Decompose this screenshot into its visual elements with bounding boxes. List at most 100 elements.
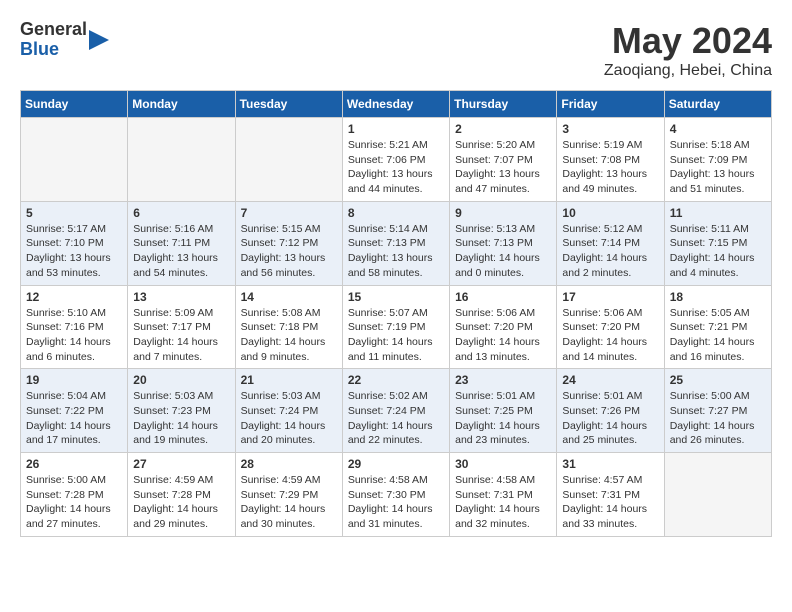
day-number: 20 [133, 373, 229, 387]
calendar-day-cell [235, 118, 342, 202]
day-info: Sunrise: 4:57 AM Sunset: 7:31 PM Dayligh… [562, 473, 658, 532]
calendar-day-cell: 12Sunrise: 5:10 AM Sunset: 7:16 PM Dayli… [21, 285, 128, 369]
day-info: Sunrise: 4:58 AM Sunset: 7:31 PM Dayligh… [455, 473, 551, 532]
calendar-day-cell: 25Sunrise: 5:00 AM Sunset: 7:27 PM Dayli… [664, 369, 771, 453]
header-tuesday: Tuesday [235, 91, 342, 118]
calendar-day-cell: 4 Sunrise: 5:18 AM Sunset: 7:09 PM Daylig… [664, 118, 771, 202]
logo-general: General [20, 20, 87, 40]
day-info: Sunrise: 5:13 AM Sunset: 7:13 PM Dayligh… [455, 222, 551, 281]
day-number: 27 [133, 457, 229, 471]
day-number: 23 [455, 373, 551, 387]
day-info: Sunrise: 5:14 AM Sunset: 7:13 PM Dayligh… [348, 222, 444, 281]
day-number: 6 [133, 206, 229, 220]
day-number: 29 [348, 457, 444, 471]
calendar-day-cell: 17Sunrise: 5:06 AM Sunset: 7:20 PM Dayli… [557, 285, 664, 369]
logo: General Blue [20, 20, 109, 60]
calendar-day-cell: 15 Sunrise: 5:07 AM Sunset: 7:19 PM Dayli… [342, 285, 449, 369]
logo-blue: Blue [20, 40, 87, 60]
header-friday: Friday [557, 91, 664, 118]
month-year-title: May 2024 [604, 20, 772, 62]
calendar-day-cell: 8 Sunrise: 5:14 AM Sunset: 7:13 PM Daylig… [342, 201, 449, 285]
day-info: Sunrise: 5:01 AM Sunset: 7:26 PM Dayligh… [562, 389, 658, 448]
day-info: Sunrise: 4:59 AM Sunset: 7:29 PM Dayligh… [241, 473, 337, 532]
day-info: Sunrise: 5:07 AM Sunset: 7:19 PM Dayligh… [348, 306, 444, 365]
day-number: 30 [455, 457, 551, 471]
calendar-day-cell: 19 Sunrise: 5:04 AM Sunset: 7:22 PM Dayli… [21, 369, 128, 453]
calendar-day-cell: 21 Sunrise: 5:03 AM Sunset: 7:24 PM Dayli… [235, 369, 342, 453]
calendar-day-cell: 20 Sunrise: 5:03 AM Sunset: 7:23 PM Dayli… [128, 369, 235, 453]
calendar-day-cell: 26 Sunrise: 5:00 AM Sunset: 7:28 PM Dayli… [21, 453, 128, 537]
calendar-week-row: 26 Sunrise: 5:00 AM Sunset: 7:28 PM Dayli… [21, 453, 772, 537]
header-wednesday: Wednesday [342, 91, 449, 118]
location-subtitle: Zaoqiang, Hebei, China [604, 62, 772, 80]
day-info: Sunrise: 5:00 AM Sunset: 7:27 PM Dayligh… [670, 389, 766, 448]
day-number: 31 [562, 457, 658, 471]
calendar-day-cell: 5Sunrise: 5:17 AM Sunset: 7:10 PM Daylig… [21, 201, 128, 285]
calendar-day-cell: 7 Sunrise: 5:15 AM Sunset: 7:12 PM Daylig… [235, 201, 342, 285]
day-info: Sunrise: 5:12 AM Sunset: 7:14 PM Dayligh… [562, 222, 658, 281]
day-number: 17 [562, 290, 658, 304]
day-number: 22 [348, 373, 444, 387]
day-info: Sunrise: 4:58 AM Sunset: 7:30 PM Dayligh… [348, 473, 444, 532]
calendar-day-cell: 29 Sunrise: 4:58 AM Sunset: 7:30 PM Dayli… [342, 453, 449, 537]
header: General Blue May 2024 Zaoqiang, Hebei, C… [20, 20, 772, 80]
day-info: Sunrise: 5:20 AM Sunset: 7:07 PM Dayligh… [455, 138, 551, 197]
day-info: Sunrise: 5:06 AM Sunset: 7:20 PM Dayligh… [455, 306, 551, 365]
day-number: 24 [562, 373, 658, 387]
day-info: Sunrise: 5:03 AM Sunset: 7:23 PM Dayligh… [133, 389, 229, 448]
day-number: 13 [133, 290, 229, 304]
header-monday: Monday [128, 91, 235, 118]
day-number: 15 [348, 290, 444, 304]
day-number: 9 [455, 206, 551, 220]
day-number: 11 [670, 206, 766, 220]
day-info: Sunrise: 5:02 AM Sunset: 7:24 PM Dayligh… [348, 389, 444, 448]
calendar-day-cell: 10Sunrise: 5:12 AM Sunset: 7:14 PM Dayli… [557, 201, 664, 285]
day-number: 7 [241, 206, 337, 220]
day-number: 19 [26, 373, 122, 387]
day-info: Sunrise: 5:01 AM Sunset: 7:25 PM Dayligh… [455, 389, 551, 448]
day-number: 26 [26, 457, 122, 471]
calendar-day-cell: 24 Sunrise: 5:01 AM Sunset: 7:26 PM Dayli… [557, 369, 664, 453]
day-number: 4 [670, 122, 766, 136]
calendar-day-cell: 6 Sunrise: 5:16 AM Sunset: 7:11 PM Daylig… [128, 201, 235, 285]
calendar-day-cell: 13 Sunrise: 5:09 AM Sunset: 7:17 PM Dayli… [128, 285, 235, 369]
calendar-day-cell: 16 Sunrise: 5:06 AM Sunset: 7:20 PM Dayli… [450, 285, 557, 369]
day-number: 28 [241, 457, 337, 471]
day-number: 16 [455, 290, 551, 304]
logo-arrow-icon [89, 30, 109, 50]
calendar-day-cell: 1 Sunrise: 5:21 AM Sunset: 7:06 PM Daylig… [342, 118, 449, 202]
day-number: 8 [348, 206, 444, 220]
calendar-header-row: Sunday Monday Tuesday Wednesday Thursday… [21, 91, 772, 118]
calendar-day-cell [21, 118, 128, 202]
day-number: 18 [670, 290, 766, 304]
day-info: Sunrise: 5:03 AM Sunset: 7:24 PM Dayligh… [241, 389, 337, 448]
day-info: Sunrise: 5:11 AM Sunset: 7:15 PM Dayligh… [670, 222, 766, 281]
day-info: Sunrise: 5:04 AM Sunset: 7:22 PM Dayligh… [26, 389, 122, 448]
calendar-day-cell: 28 Sunrise: 4:59 AM Sunset: 7:29 PM Dayli… [235, 453, 342, 537]
calendar-day-cell: 23 Sunrise: 5:01 AM Sunset: 7:25 PM Dayli… [450, 369, 557, 453]
day-number: 5 [26, 206, 122, 220]
day-info: Sunrise: 5:05 AM Sunset: 7:21 PM Dayligh… [670, 306, 766, 365]
header-sunday: Sunday [21, 91, 128, 118]
calendar-week-row: 5Sunrise: 5:17 AM Sunset: 7:10 PM Daylig… [21, 201, 772, 285]
day-info: Sunrise: 5:18 AM Sunset: 7:09 PM Dayligh… [670, 138, 766, 197]
calendar-day-cell: 9 Sunrise: 5:13 AM Sunset: 7:13 PM Daylig… [450, 201, 557, 285]
day-number: 3 [562, 122, 658, 136]
calendar-day-cell: 22 Sunrise: 5:02 AM Sunset: 7:24 PM Dayli… [342, 369, 449, 453]
day-info: Sunrise: 5:21 AM Sunset: 7:06 PM Dayligh… [348, 138, 444, 197]
day-info: Sunrise: 5:10 AM Sunset: 7:16 PM Dayligh… [26, 306, 122, 365]
day-info: Sunrise: 5:09 AM Sunset: 7:17 PM Dayligh… [133, 306, 229, 365]
day-info: Sunrise: 5:00 AM Sunset: 7:28 PM Dayligh… [26, 473, 122, 532]
calendar-table: Sunday Monday Tuesday Wednesday Thursday… [20, 90, 772, 537]
calendar-day-cell [128, 118, 235, 202]
day-number: 2 [455, 122, 551, 136]
calendar-day-cell: 18 Sunrise: 5:05 AM Sunset: 7:21 PM Dayli… [664, 285, 771, 369]
day-number: 1 [348, 122, 444, 136]
day-number: 21 [241, 373, 337, 387]
day-info: Sunrise: 5:15 AM Sunset: 7:12 PM Dayligh… [241, 222, 337, 281]
calendar-day-cell: 3Sunrise: 5:19 AM Sunset: 7:08 PM Daylig… [557, 118, 664, 202]
calendar-day-cell: 14Sunrise: 5:08 AM Sunset: 7:18 PM Dayli… [235, 285, 342, 369]
header-saturday: Saturday [664, 91, 771, 118]
calendar-day-cell: 2 Sunrise: 5:20 AM Sunset: 7:07 PM Daylig… [450, 118, 557, 202]
day-info: Sunrise: 5:16 AM Sunset: 7:11 PM Dayligh… [133, 222, 229, 281]
